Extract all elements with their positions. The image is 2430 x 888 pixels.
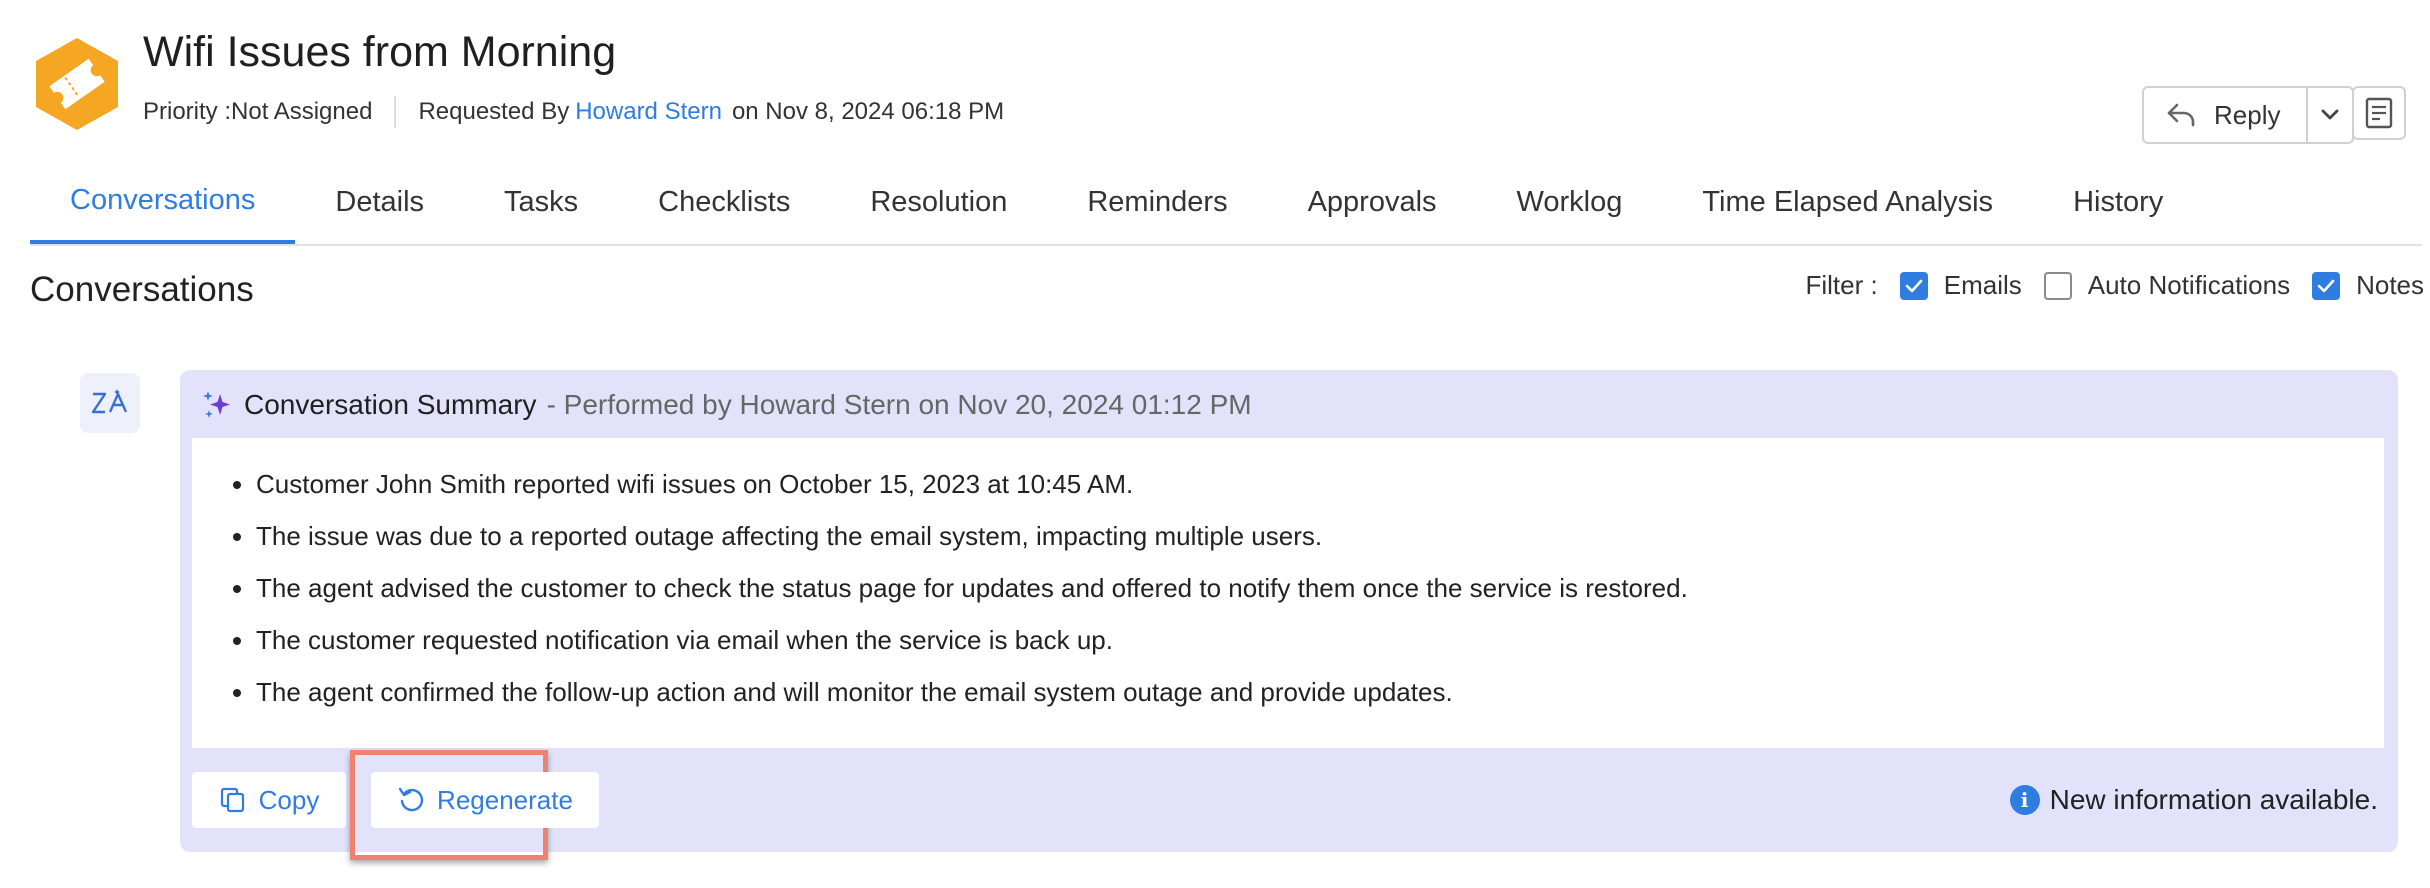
reply-button[interactable]: Reply (2144, 88, 2309, 142)
tab-tasks[interactable]: Tasks (464, 160, 618, 244)
filter-label: Filter : (1805, 270, 1878, 300)
regenerate-label: Regenerate (437, 784, 573, 815)
reply-dropdown[interactable] (2308, 88, 2352, 142)
auto-notifications-filter-label: Auto Notifications (2087, 270, 2291, 300)
reply-arrow-icon (2167, 103, 2195, 127)
chevron-down-icon (2322, 109, 2339, 120)
conversation-filter: Filter : Emails Auto Notifications Notes (1806, 270, 2425, 301)
requested-date: on Nov 8, 2024 06:18 PM (731, 98, 1005, 125)
tab-details[interactable]: Details (295, 160, 464, 244)
tab-worklog[interactable]: Worklog (1477, 160, 1663, 244)
notes-button[interactable] (2352, 86, 2406, 140)
notes-filter-label: Notes (2356, 270, 2424, 300)
summary-bullet: The agent advised the customer to check … (256, 562, 2384, 614)
emails-filter-label: Emails (1943, 270, 2022, 300)
tab-checklists[interactable]: Checklists (618, 160, 830, 244)
regenerate-button[interactable]: Regenerate (371, 772, 599, 828)
reply-label: Reply (2214, 99, 2281, 130)
checkmark-icon (1905, 279, 1923, 292)
zia-ai-icon (91, 389, 128, 414)
ticket-title: Wifi Issues from Morning (143, 28, 617, 76)
summary-title: Conversation Summary (244, 389, 537, 420)
summary-bullet: The issue was due to a reported outage a… (256, 510, 2384, 562)
tab-approvals[interactable]: Approvals (1268, 160, 1477, 244)
ai-avatar (80, 373, 140, 433)
ticket-icon (36, 38, 118, 130)
copy-button[interactable]: Copy (192, 772, 346, 828)
tab-bar: Conversations Details Tasks Checklists R… (30, 160, 2422, 246)
requester-link[interactable]: Howard Stern (575, 98, 722, 126)
reply-button-group: Reply (2142, 86, 2355, 144)
summary-bullet: Customer John Smith reported wifi issues… (256, 458, 2384, 510)
tab-reminders[interactable]: Reminders (1047, 160, 1267, 244)
copy-icon (220, 787, 244, 813)
summary-performed-by: - Performed by Howard Stern on Nov 20, 2… (546, 389, 1252, 420)
sparkle-icon (203, 391, 230, 418)
section-title: Conversations (30, 270, 254, 309)
meta-divider (394, 96, 397, 128)
ticket-meta: Priority :Not Assigned Requested By Howa… (143, 96, 1004, 128)
summary-bullet: The agent confirmed the follow-up action… (256, 666, 2384, 718)
new-information-text: New information available. (2049, 784, 2378, 815)
info-icon: i (2009, 785, 2040, 815)
refresh-icon (398, 787, 424, 812)
priority-label: Priority :Not Assigned (143, 98, 373, 125)
tab-time-elapsed-analysis[interactable]: Time Elapsed Analysis (1662, 160, 2033, 244)
tab-conversations[interactable]: Conversations (30, 160, 296, 244)
conversation-summary-card: Conversation Summary - Performed by Howa… (180, 370, 2398, 860)
summary-header: Conversation Summary - Performed by Howa… (200, 388, 1252, 422)
summary-body: Customer John Smith reported wifi issues… (192, 438, 2384, 748)
checkmark-icon (2317, 279, 2335, 292)
summary-bullet: The customer requested notification via … (256, 614, 2384, 666)
notes-icon (2365, 97, 2393, 129)
emails-checkbox[interactable] (1899, 271, 1928, 300)
new-information-notice: i New information available. (2009, 784, 2378, 816)
notes-checkbox[interactable] (2312, 271, 2341, 300)
summary-list: Customer John Smith reported wifi issues… (192, 438, 2384, 718)
tab-history[interactable]: History (2033, 160, 2203, 244)
tab-resolution[interactable]: Resolution (830, 160, 1047, 244)
auto-notifications-checkbox[interactable] (2043, 271, 2072, 300)
copy-label: Copy (258, 784, 320, 815)
requested-by-label: Requested By (418, 98, 570, 125)
